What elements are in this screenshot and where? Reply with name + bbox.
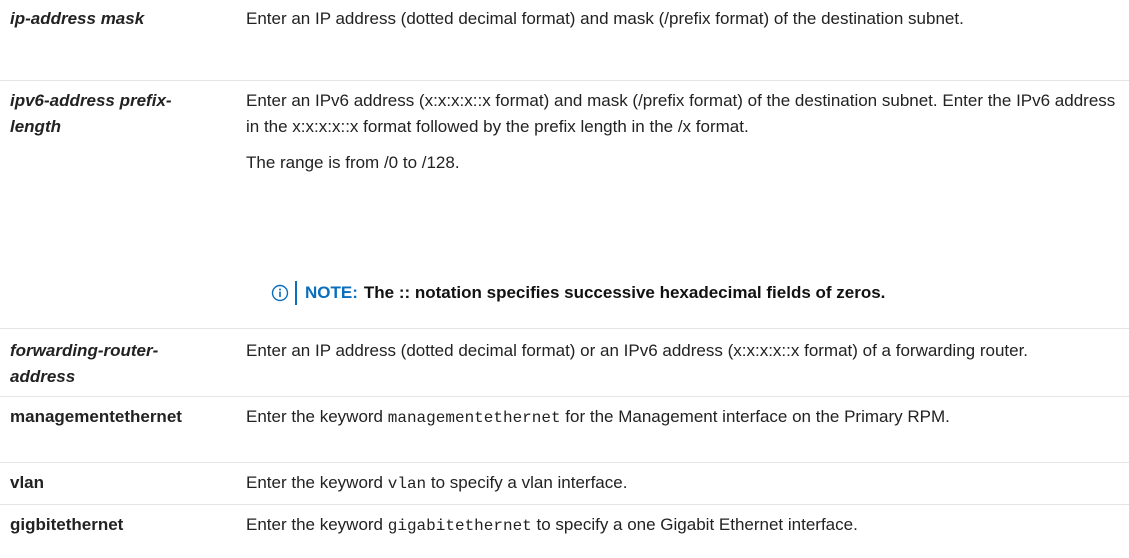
param-name: ipv6-address prefix-length bbox=[10, 91, 172, 136]
param-name: vlan bbox=[10, 473, 45, 492]
description-text: Enter the keyword gigabitethernet to spe… bbox=[246, 515, 858, 535]
param-name: managementethernet bbox=[10, 407, 182, 426]
note-accent-bar bbox=[295, 281, 297, 305]
param-name: gigbitethernet bbox=[10, 515, 124, 534]
keyword-code: gigabitethernet bbox=[387, 517, 532, 535]
row-divider bbox=[0, 396, 1129, 397]
row-divider bbox=[0, 80, 1129, 81]
keyword-code: managementethernet bbox=[387, 409, 561, 427]
note-text: The :: notation specifies successive hex… bbox=[363, 283, 886, 302]
param-description: Enter an IP address (dotted decimal form… bbox=[246, 6, 1126, 32]
description-text: Enter an IP address (dotted decimal form… bbox=[246, 341, 1029, 360]
row-divider bbox=[0, 328, 1129, 329]
param-name: ip-address mask bbox=[10, 9, 145, 28]
row-divider bbox=[0, 462, 1129, 463]
info-icon bbox=[271, 284, 289, 302]
document-page: ip-address mask Enter an IP address (dot… bbox=[0, 0, 1129, 558]
note-label: NOTE: bbox=[305, 283, 358, 302]
range-text: The range is from /0 to /128. bbox=[246, 153, 460, 172]
description-text: Enter the keyword vlan to specify a vlan… bbox=[246, 473, 628, 493]
note-callout: NOTE: The :: notation specifies successi… bbox=[271, 280, 885, 306]
param-description: Enter the keyword vlan to specify a vlan… bbox=[246, 470, 1126, 497]
description-text: Enter an IP address (dotted decimal form… bbox=[246, 9, 964, 28]
description-text: Enter the keyword managementethernet for… bbox=[246, 407, 950, 427]
keyword-code: vlan bbox=[387, 475, 427, 493]
param-description: Enter the keyword managementethernet for… bbox=[246, 404, 1126, 431]
row-divider bbox=[0, 504, 1129, 505]
description-text: Enter an IPv6 address (x:x:x:x::x format… bbox=[246, 91, 1116, 136]
param-description: Enter an IP address (dotted decimal form… bbox=[246, 338, 1126, 364]
param-description: Enter an IPv6 address (x:x:x:x::x format… bbox=[246, 88, 1126, 176]
param-description: Enter the keyword gigabitethernet to spe… bbox=[246, 512, 1126, 539]
param-name: forwarding-router-address bbox=[10, 341, 159, 386]
